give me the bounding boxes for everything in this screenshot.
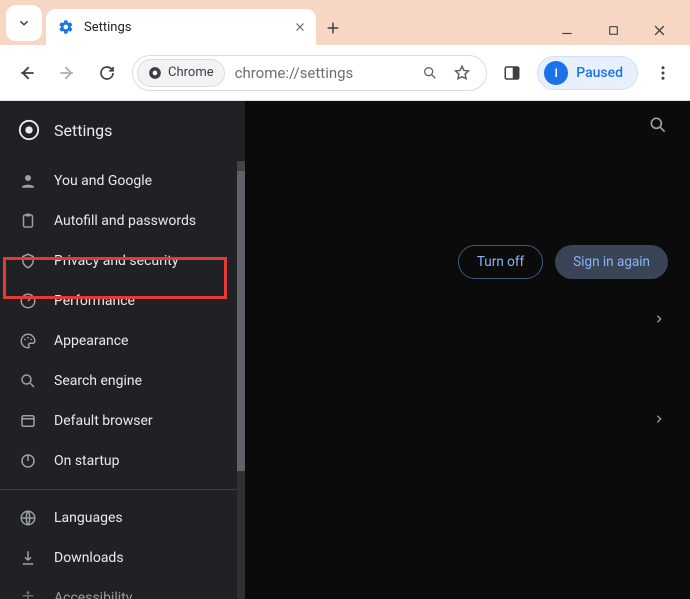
row-expand-chevron[interactable] <box>654 313 664 327</box>
toolbar: Chrome chrome://settings I Paused <box>0 45 690 101</box>
accessibility-icon <box>18 589 38 599</box>
sidebar-item-you-and-google[interactable]: You and Google <box>0 161 245 201</box>
nav-label: Accessibility <box>54 590 132 599</box>
tab-title: Settings <box>84 20 284 35</box>
sidebar-item-privacy-security[interactable]: Privacy and security <box>0 241 245 281</box>
window-controls <box>558 21 684 45</box>
sidebar-item-on-startup[interactable]: On startup <box>0 441 245 481</box>
nav-label: Languages <box>54 510 123 526</box>
button-label: Turn off <box>477 254 524 270</box>
download-icon <box>18 549 38 567</box>
sidebar-header: Settings <box>0 101 245 161</box>
gear-icon <box>58 19 74 35</box>
settings-main: Turn off Sign in again <box>245 101 690 599</box>
chrome-logo-icon <box>148 66 162 80</box>
close-window-button[interactable] <box>650 21 668 39</box>
search-icon <box>648 115 668 135</box>
nav-label: Downloads <box>54 550 124 566</box>
maximize-icon <box>607 24 620 37</box>
sidebar-item-accessibility[interactable]: Accessibility <box>0 578 245 599</box>
chrome-logo-icon <box>18 119 40 141</box>
sidebar-item-search-engine[interactable]: Search engine <box>0 361 245 401</box>
nav-label: Privacy and security <box>54 253 178 269</box>
person-icon <box>18 172 38 190</box>
sidebar-item-downloads[interactable]: Downloads <box>0 538 245 578</box>
new-tab-button[interactable] <box>316 11 350 45</box>
bookmark-button[interactable] <box>448 59 476 87</box>
arrow-left-icon <box>17 63 37 83</box>
sidebar-separator <box>0 489 245 490</box>
sidebar-item-languages[interactable]: Languages <box>0 498 245 538</box>
forward-button[interactable] <box>52 58 82 88</box>
minimize-icon <box>560 23 574 37</box>
sidebar-title: Settings <box>54 121 112 140</box>
sidebar-item-performance[interactable]: Performance <box>0 281 245 321</box>
reload-icon <box>98 64 116 82</box>
close-icon <box>294 21 306 33</box>
side-panel-icon <box>503 64 521 82</box>
turn-off-button[interactable]: Turn off <box>458 245 543 279</box>
arrow-right-icon <box>57 63 77 83</box>
window-icon <box>18 412 38 430</box>
minimize-button[interactable] <box>558 21 576 39</box>
globe-icon <box>18 509 38 527</box>
sidebar-scroll-area: You and Google Autofill and passwords Pr… <box>0 161 245 599</box>
address-bar[interactable]: Chrome chrome://settings <box>132 55 487 91</box>
url-text: chrome://settings <box>229 64 413 82</box>
settings-content: Settings You and Google Autofill and pas… <box>0 101 690 599</box>
plus-icon <box>325 20 341 36</box>
chevron-down-icon <box>17 16 31 30</box>
profile-status-label: Paused <box>576 65 623 81</box>
sync-actions-row: Turn off Sign in again <box>458 245 668 279</box>
search-icon <box>18 372 38 390</box>
power-icon <box>18 452 38 470</box>
settings-sidebar: Settings You and Google Autofill and pas… <box>0 101 245 599</box>
browser-tab[interactable]: Settings <box>46 9 316 45</box>
close-icon <box>652 23 667 38</box>
sidebar-item-autofill[interactable]: Autofill and passwords <box>0 201 245 241</box>
shield-icon <box>18 252 38 270</box>
tab-close-button[interactable] <box>294 21 306 33</box>
nav-label: You and Google <box>54 173 152 189</box>
nav-label: On startup <box>54 453 120 469</box>
sidebar-item-appearance[interactable]: Appearance <box>0 321 245 361</box>
nav-label: Appearance <box>54 333 128 349</box>
gauge-icon <box>18 292 38 310</box>
magnifier-icon <box>422 65 438 81</box>
nav-label: Performance <box>54 293 135 309</box>
clipboard-icon <box>18 212 38 230</box>
profile-chip[interactable]: I Paused <box>537 56 638 90</box>
settings-search-button[interactable] <box>648 115 668 139</box>
button-label: Sign in again <box>573 254 650 270</box>
scrollbar-thumb[interactable] <box>237 171 245 471</box>
nav-label: Default browser <box>54 413 153 429</box>
site-identity-label: Chrome <box>168 65 214 80</box>
maximize-button[interactable] <box>604 21 622 39</box>
profile-avatar: I <box>544 61 568 85</box>
row-expand-chevron[interactable] <box>654 413 664 427</box>
palette-icon <box>18 332 38 350</box>
scrollbar-up-arrow[interactable] <box>237 161 245 171</box>
tab-search-button[interactable] <box>6 5 42 41</box>
reload-button[interactable] <box>92 58 122 88</box>
side-panel-button[interactable] <box>497 58 527 88</box>
site-identity-chip[interactable]: Chrome <box>137 59 225 87</box>
back-button[interactable] <box>12 58 42 88</box>
kebab-menu-button[interactable] <box>648 58 678 88</box>
tab-strip: Settings <box>0 0 690 45</box>
sign-in-again-button[interactable]: Sign in again <box>555 245 668 279</box>
nav-label: Search engine <box>54 373 142 389</box>
kebab-icon <box>654 64 672 82</box>
nav-label: Autofill and passwords <box>54 213 196 229</box>
star-icon <box>453 64 471 82</box>
zoom-button[interactable] <box>416 59 444 87</box>
chevron-right-icon <box>654 314 664 324</box>
sidebar-item-default-browser[interactable]: Default browser <box>0 401 245 441</box>
chevron-right-icon <box>654 414 664 424</box>
